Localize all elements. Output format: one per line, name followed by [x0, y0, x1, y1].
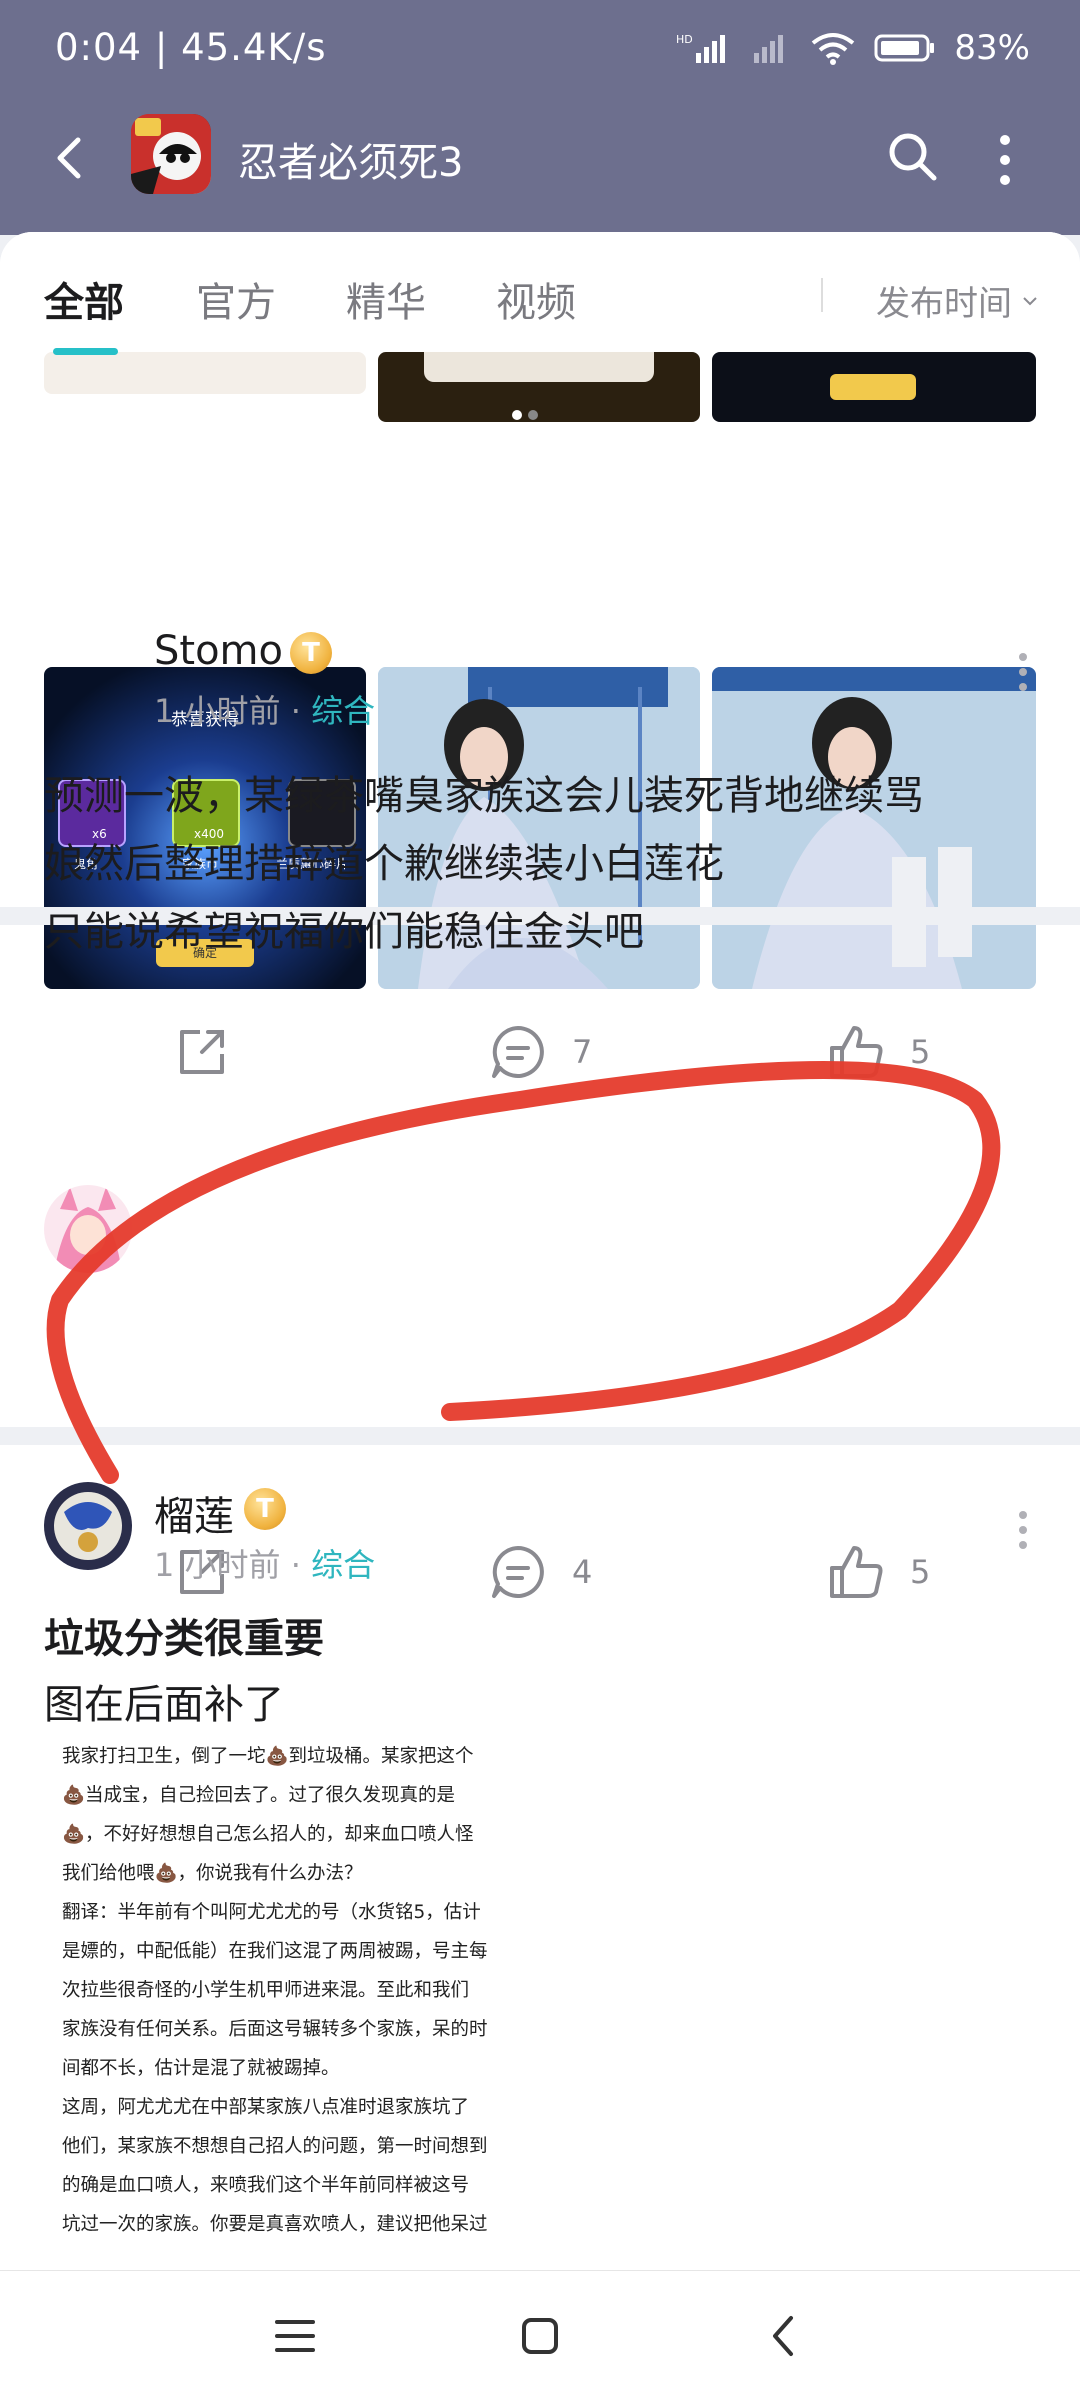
- post-divider: [0, 1427, 1080, 1445]
- screenshot-line: 次拉些很奇怪的小学生机甲师进来混。至此和我们: [62, 1980, 470, 2001]
- level-badge: T: [244, 1488, 286, 1530]
- post-body-line: 娘然后整理措辞道个歉继续装小白莲花: [44, 841, 724, 887]
- post-time: 1 小时前: [154, 1546, 281, 1584]
- system-nav-bar: [0, 2270, 1080, 2401]
- screenshot-line: 是嫖的，中配低能）在我们这混了两周被踢，号主每: [62, 1941, 488, 1962]
- battery-percent: 83%: [954, 28, 1030, 68]
- back-arrow-icon[interactable]: [42, 128, 102, 188]
- tab-featured[interactable]: 精华: [346, 270, 426, 328]
- screenshot-line: 💩当成宝，自己捡回去了。过了很久发现真的是: [62, 1785, 456, 1806]
- post-category[interactable]: 综合: [311, 692, 375, 730]
- level-badge: T: [290, 632, 332, 674]
- screenshot-line: 间都不长，估计是混了就被踢掉。: [62, 2058, 340, 2079]
- grid-image-1[interactable]: [44, 352, 366, 394]
- sort-dropdown[interactable]: 发布时间: [876, 276, 1040, 325]
- post-body[interactable]: 预测一波，某绿茶嘴臭家族这会儿装死背地继续骂 娘然后整理措辞道个歉继续装小白莲花…: [44, 762, 1040, 966]
- wifi-icon: [812, 33, 855, 65]
- status-icons: HD 83%: [676, 28, 1030, 68]
- signal-icon: HD: [676, 33, 726, 63]
- status-time: 0:04 | 45.4K/s: [55, 26, 327, 69]
- svg-text:HD: HD: [676, 33, 693, 46]
- game-icon[interactable]: [131, 114, 211, 194]
- post-body-line: 只能说希望祝福你们能稳住金头吧: [44, 909, 644, 955]
- post-title[interactable]: 垃圾分类很重要: [44, 1606, 324, 1664]
- search-icon[interactable]: [882, 126, 942, 186]
- username[interactable]: Stomo: [154, 628, 283, 674]
- tab-video[interactable]: 视频: [496, 270, 576, 328]
- battery-icon: [874, 34, 935, 62]
- post-more-icon[interactable]: [1018, 1510, 1028, 1550]
- screenshot-line: 这周，阿尤尤尤在中部某家族八点准时退家族坑了: [62, 2097, 470, 2118]
- post-subtitle[interactable]: 图在后面补了: [44, 1672, 284, 1730]
- sort-label: 发布时间: [876, 284, 1012, 324]
- thumbs-up-icon: [830, 1546, 883, 1598]
- screenshot-line: 我们给他喂💩，你说我有什么办法？: [62, 1863, 363, 1884]
- home-icon[interactable]: [510, 2306, 570, 2366]
- signal-2-icon: [754, 35, 784, 63]
- like-button[interactable]: 5: [826, 1542, 930, 1602]
- more-vertical-icon[interactable]: [990, 130, 1020, 190]
- username[interactable]: 榴莲: [154, 1484, 234, 1542]
- screenshot-line: 他们，某家族不想想自己招人的问题，第一时间想到: [62, 2136, 488, 2157]
- screenshot-line: 我家打扫卫生，倒了一坨💩到垃圾桶。某家把这个: [62, 1746, 474, 1767]
- tab-bar: 全部 官方 精华 视频 发布时间: [0, 232, 1080, 355]
- screenshot-line: 家族没有任何关系。后面这号辗转多个家族，呆的时: [62, 2019, 488, 2040]
- comment-button[interactable]: 4: [488, 1542, 592, 1602]
- back-icon[interactable]: [755, 2306, 815, 2366]
- post-meta: 1 小时前 · 综合: [154, 1540, 375, 1586]
- chevron-down-icon: [1023, 296, 1037, 305]
- tab-official[interactable]: 官方: [196, 270, 276, 328]
- sort-divider: [821, 278, 823, 312]
- menu-icon[interactable]: [265, 2306, 325, 2366]
- feed-sheet: 恭喜获得 x6 x400 鬼角 家族币 兰质蕙心碎片 确定 全部 官方 精华 视…: [0, 232, 1080, 2400]
- tab-all[interactable]: 全部: [44, 270, 124, 328]
- screenshot-line: 翻译：半年前有个叫阿尤尤尤的号（水货铭5，估计: [62, 1902, 481, 1923]
- status-bar: 0:04 | 45.4K/s HD 83%: [0, 0, 1080, 100]
- comment-icon: [492, 1546, 544, 1598]
- screenshot-line: 坑过一次的家族。你要是真喜欢喷人，建议把他呆过: [62, 2214, 488, 2235]
- post-body-line: 预测一波，某绿茶嘴臭家族这会儿装死背地继续骂: [44, 773, 924, 819]
- screenshot-line: 的确是血口喷人，来喷我们这个半年前同样被这号: [62, 2175, 470, 2196]
- meta-dot: ·: [290, 692, 312, 730]
- post-meta: 1 小时前 · 综合: [154, 686, 375, 732]
- grid-image-3[interactable]: [712, 352, 1036, 422]
- post-image-text-screenshot[interactable]: 我家打扫卫生，倒了一坨💩到垃圾桶。某家把这个 💩当成宝，自己捡回去了。过了很久发…: [44, 1737, 544, 2297]
- screenshot-line: 💩，不好好想想自己怎么招人的，却来血口喷人怪: [62, 1824, 474, 1845]
- app-bar: 忍者必须死3: [0, 100, 1080, 235]
- avatar[interactable]: [44, 1482, 132, 1570]
- page-title: 忍者必须死3: [238, 140, 464, 186]
- meta-dot: ·: [290, 1546, 312, 1584]
- post-time: 1 小时前: [154, 692, 281, 730]
- avatar[interactable]: [44, 1185, 132, 1273]
- tab-indicator: [53, 348, 118, 355]
- post-more-icon[interactable]: [1018, 652, 1028, 692]
- like-count: 5: [910, 1553, 931, 1591]
- comment-count: 4: [572, 1553, 593, 1591]
- grid-image-2[interactable]: [378, 352, 700, 422]
- post-category[interactable]: 综合: [311, 1546, 375, 1584]
